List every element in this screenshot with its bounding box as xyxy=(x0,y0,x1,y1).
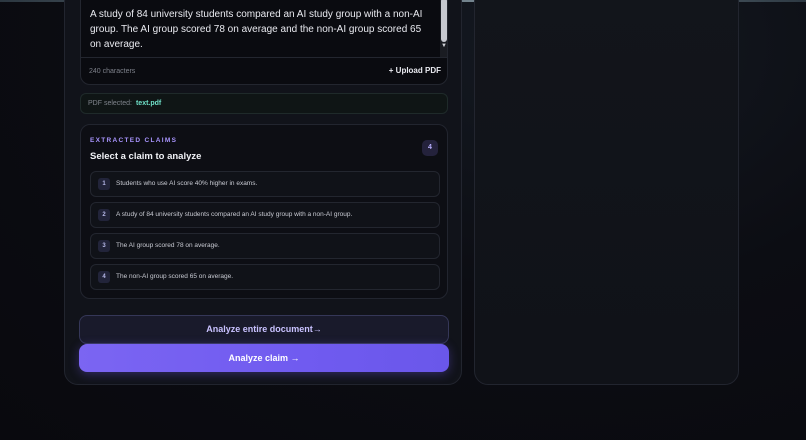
input-panel: A study of 84 university students compar… xyxy=(64,0,462,385)
scrollbar-thumb[interactable] xyxy=(441,0,447,42)
claim-text: Students who use AI score 40% higher in … xyxy=(116,180,258,187)
text-card-footer: 240 characters + Upload PDF xyxy=(81,57,447,84)
analyze-document-button[interactable]: Analyze entire document→ xyxy=(79,315,449,344)
claim-number: 1 xyxy=(98,178,110,190)
pdf-filename: text.pdf xyxy=(135,100,162,107)
claim-item-2[interactable]: 2 A study of 84 university students comp… xyxy=(90,202,440,228)
textarea-scrollbar[interactable]: ▼ xyxy=(440,0,447,57)
claim-number: 3 xyxy=(98,240,110,252)
analyze-claim-button[interactable]: Analyze claim → xyxy=(79,344,449,372)
character-count: 240 characters xyxy=(89,68,136,75)
scroll-down-arrow-icon[interactable]: ▼ xyxy=(440,42,447,50)
extracted-claims-card: EXTRACTED CLAIMS Select a claim to analy… xyxy=(80,124,448,299)
results-panel xyxy=(474,0,739,385)
pdf-selected-bar: PDF selected: text.pdf xyxy=(80,93,448,114)
input-panel-body: A study of 84 university students compar… xyxy=(65,0,461,396)
text-input-card: A study of 84 university students compar… xyxy=(80,0,448,85)
claim-text: The non-AI group scored 65 on average. xyxy=(116,273,234,280)
claim-item-3[interactable]: 3 The AI group scored 78 on average. xyxy=(90,233,440,259)
app-root: A study of 84 university students compar… xyxy=(0,0,806,440)
claim-number: 4 xyxy=(98,271,110,283)
claims-title: Select a claim to analyze xyxy=(90,151,202,162)
claim-number: 2 xyxy=(98,209,110,221)
pdf-selected-label: PDF selected: xyxy=(88,100,132,107)
claim-text: A study of 84 university students compar… xyxy=(116,211,353,218)
claims-count-badge: 4 xyxy=(422,140,438,156)
claim-item-1[interactable]: 1 Students who use AI score 40% higher i… xyxy=(90,171,440,197)
claim-text: The AI group scored 78 on average. xyxy=(116,242,220,249)
upload-pdf-button[interactable]: + Upload PDF xyxy=(389,66,441,75)
claims-kicker: EXTRACTED CLAIMS xyxy=(90,137,178,144)
claim-item-4[interactable]: 4 The non-AI group scored 65 on average. xyxy=(90,264,440,290)
claim-textarea[interactable]: A study of 84 university students compar… xyxy=(81,0,439,57)
